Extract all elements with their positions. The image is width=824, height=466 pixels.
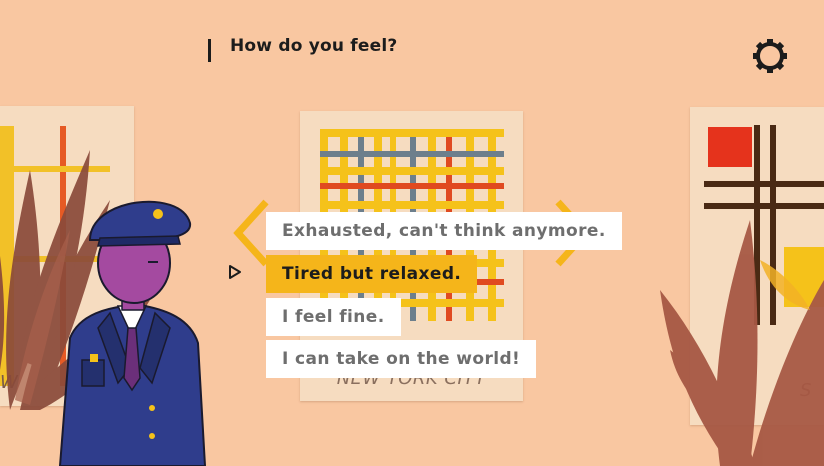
plant-right — [660, 220, 824, 466]
option-take-on-world[interactable]: I can take on the world! — [266, 340, 537, 378]
selection-pointer-icon — [229, 265, 241, 279]
conductor-character — [58, 200, 207, 466]
option-exhausted[interactable]: Exhausted, can't think anymore. — [266, 212, 622, 250]
option-tired-but-relaxed[interactable]: Tired but relaxed. — [266, 255, 478, 293]
question-text: How do you feel? — [230, 36, 398, 56]
gear-icon[interactable] — [752, 38, 788, 74]
question-accent-bar — [208, 39, 211, 62]
option-feel-fine[interactable]: I feel fine. — [266, 298, 401, 336]
